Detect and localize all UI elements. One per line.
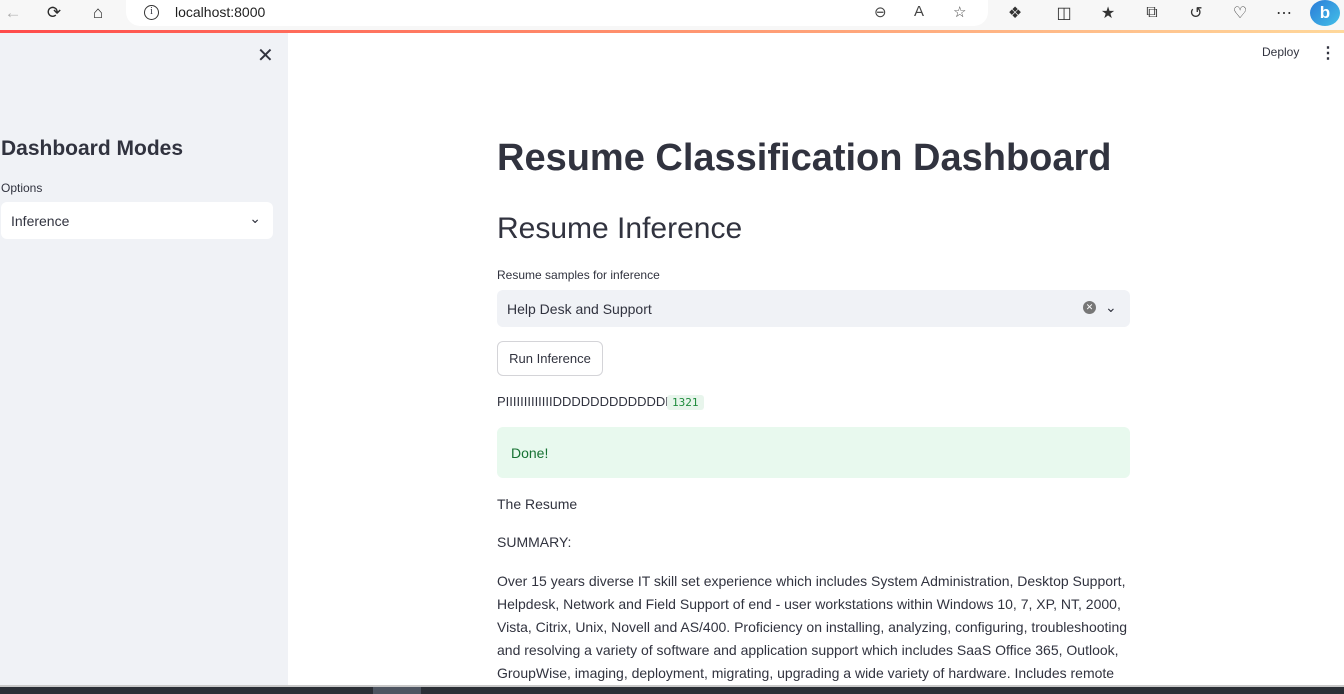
summary-heading: SUMMARY: — [497, 534, 572, 550]
prediction-badge: 1321 — [667, 395, 704, 410]
run-inference-button[interactable]: Run Inference — [497, 341, 603, 376]
split-screen-icon[interactable]: ◫ — [1052, 3, 1076, 23]
home-icon[interactable]: ⌂ — [85, 2, 111, 24]
chevron-down-icon[interactable]: ⌄ — [1105, 299, 1117, 316]
favorites-icon[interactable]: ★ — [1096, 3, 1120, 23]
section-title: Resume Inference — [497, 212, 743, 245]
star-icon[interactable]: ☆ — [953, 3, 966, 21]
prediction-text: PIIIIIIIIIIIIIDDDDDDDDDDDDD — [497, 394, 675, 409]
kebab-menu-icon[interactable]: ⋮ — [1320, 43, 1336, 63]
taskbar-item[interactable] — [373, 687, 421, 694]
heart-pulse-icon[interactable]: ♡ — [1228, 3, 1252, 23]
chevron-down-icon[interactable]: ⌄ — [249, 210, 261, 227]
success-alert: Done! — [497, 427, 1130, 478]
history-icon[interactable]: ↺ — [1184, 3, 1208, 23]
status-message: Done! — [511, 445, 549, 461]
zoom-out-icon[interactable]: ⊖ — [874, 3, 887, 21]
puzzle-icon[interactable]: ❖ — [1003, 3, 1027, 23]
collections-icon[interactable]: ⧉ — [1140, 3, 1164, 23]
back-arrow-icon[interactable]: ← — [0, 2, 26, 24]
url-text[interactable]: localhost:8000 — [175, 4, 265, 20]
sidebar: ✕ Dashboard Modes Options Inference ⌄ — [0, 33, 288, 685]
summary-text: Over 15 years diverse IT skill set exper… — [497, 573, 1128, 681]
reload-icon[interactable]: ⟳ — [41, 2, 67, 24]
page-title: Resume Classification Dashboard — [497, 137, 1112, 179]
clear-icon[interactable]: ✕ — [1083, 301, 1096, 314]
browser-toolbar: ← ⟳ ⌂ i localhost:8000 ⊖ A ☆ ❖ ◫ ★ ⧉ ↺ ♡… — [0, 0, 1344, 30]
samples-select[interactable]: Help Desk and Support ✕ ⌄ — [497, 290, 1130, 327]
bing-icon[interactable]: b — [1310, 0, 1340, 26]
mode-select[interactable]: Inference ⌄ — [1, 202, 273, 239]
info-icon[interactable]: i — [144, 5, 159, 20]
samples-label: Resume samples for inference — [497, 268, 660, 282]
mode-select-value: Inference — [11, 213, 70, 229]
resume-heading: The Resume — [497, 496, 578, 512]
samples-select-value: Help Desk and Support — [507, 301, 652, 317]
close-icon[interactable]: ✕ — [257, 43, 274, 68]
read-aloud-icon[interactable]: A — [914, 3, 924, 20]
deploy-button[interactable]: Deploy — [1262, 45, 1299, 59]
options-label: Options — [1, 181, 43, 195]
sidebar-title: Dashboard Modes — [1, 137, 184, 160]
more-icon[interactable]: ⋯ — [1272, 3, 1296, 23]
taskbar — [0, 685, 1344, 694]
address-bar[interactable]: i localhost:8000 ⊖ A ☆ — [126, 0, 988, 26]
